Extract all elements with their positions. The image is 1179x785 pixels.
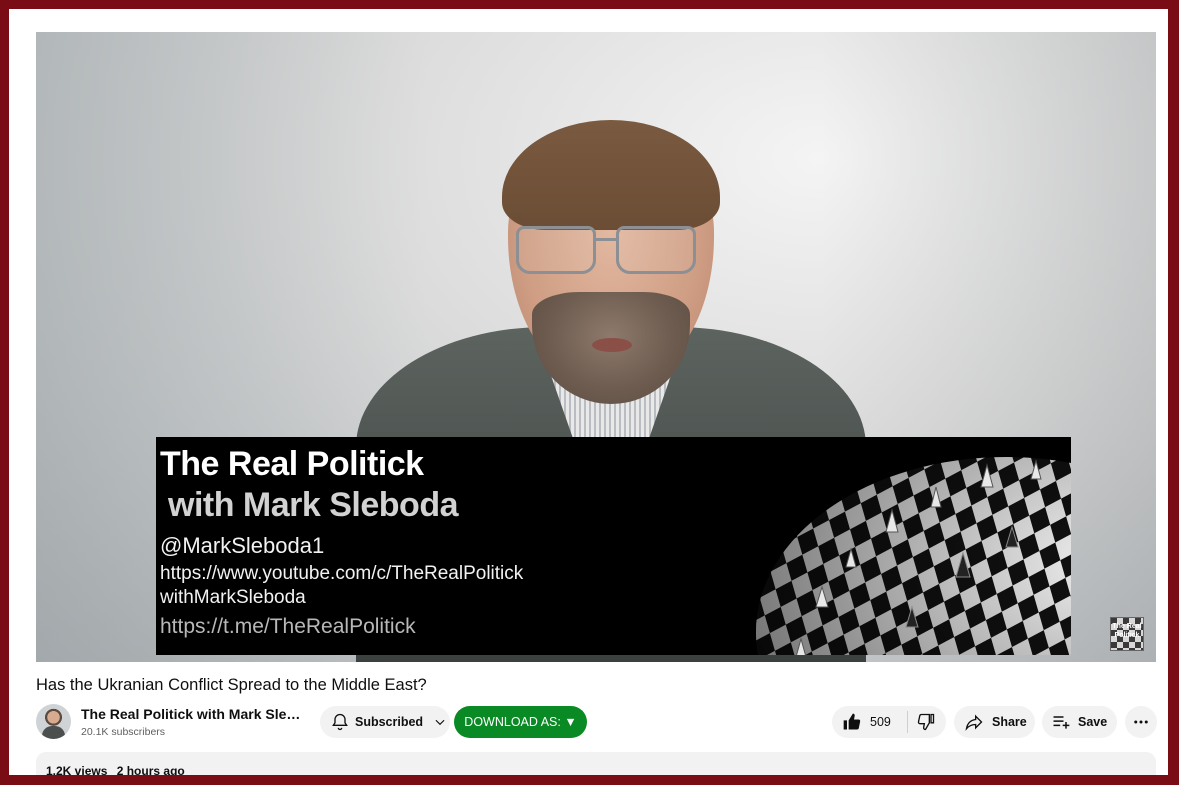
description-box[interactable]: 1.2K views 2 hours ago: [36, 752, 1156, 775]
lower-third-banner: The Real Politick with Mark Sleboda @Mar…: [156, 437, 1071, 655]
banner-youtube-url: https://www.youtube.com/c/TheRealPolitic…: [160, 563, 524, 584]
dislike-icon[interactable]: [916, 712, 936, 732]
save-playlist-icon: [1053, 716, 1070, 729]
share-button[interactable]: Share: [954, 706, 1035, 738]
channel-watermark[interactable]: The Real Politick: [1110, 617, 1144, 651]
more-icon: [1134, 720, 1148, 724]
app-frame: The Real Politick with Mark Sleboda @Mar…: [9, 9, 1168, 775]
video-title: Has the Ukranian Conflict Spread to the …: [36, 676, 427, 694]
banner-youtube-url-continued: withMarkSleboda: [160, 587, 306, 608]
banner-title: The Real Politick: [160, 445, 424, 483]
banner-handle: @MarkSleboda1: [160, 533, 325, 558]
upload-age: 2 hours ago: [116, 764, 185, 775]
more-actions-button[interactable]: [1125, 706, 1157, 738]
save-button[interactable]: Save: [1042, 706, 1117, 738]
banner-text-block: The Real Politick with Mark Sleboda @Mar…: [160, 445, 523, 639]
like-divider: [906, 711, 908, 733]
subscriber-count: 20.1K subscribers: [81, 726, 166, 738]
chessboard-globe-graphic: [756, 457, 1071, 655]
presenter-hair: [502, 120, 720, 230]
video-player[interactable]: The Real Politick with Mark Sleboda @Mar…: [36, 32, 1156, 662]
like-count[interactable]: 509: [870, 715, 891, 729]
like-dislike-group: 509: [832, 706, 946, 738]
share-label: Share: [992, 715, 1027, 729]
save-label: Save: [1078, 715, 1108, 729]
view-count: 1.2K views: [46, 764, 108, 775]
chevron-down-icon: [435, 719, 445, 726]
share-icon: [965, 714, 983, 731]
banner-subtitle: with Mark Sleboda: [168, 486, 459, 524]
subscribed-label: Subscribed: [355, 715, 424, 729]
download-as-button[interactable]: DOWNLOAD AS: ▼: [454, 706, 587, 738]
bell-icon: [332, 713, 348, 731]
channel-avatar[interactable]: [36, 704, 71, 739]
channel-name-link[interactable]: The Real Politick with Mark Sleboda: [81, 706, 306, 722]
banner-telegram-url: https://t.me/TheRealPolitick: [160, 615, 416, 638]
like-icon[interactable]: [842, 712, 862, 732]
subscribed-button[interactable]: Subscribed: [320, 706, 450, 738]
description-meta: 1.2K views 2 hours ago: [46, 764, 185, 775]
presenter-glasses: [516, 222, 706, 278]
presenter-mouth: [592, 338, 632, 352]
